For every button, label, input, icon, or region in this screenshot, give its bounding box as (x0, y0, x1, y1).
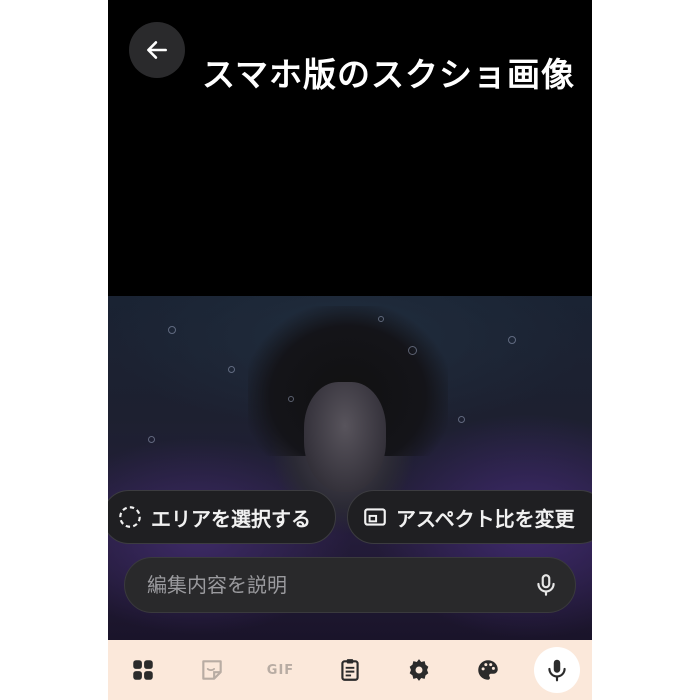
change-aspect-button[interactable]: アスペクト比を変更 (347, 490, 592, 544)
gif-button[interactable]: GIF (246, 640, 315, 700)
bubble (228, 366, 235, 373)
theme-button[interactable] (453, 640, 522, 700)
bubble (288, 396, 294, 402)
sticker-button[interactable] (177, 640, 246, 700)
back-button[interactable] (129, 22, 185, 78)
apps-icon (132, 660, 153, 680)
clipboard-button[interactable] (315, 640, 384, 700)
microphone-icon[interactable] (533, 572, 559, 598)
sticker-icon (201, 660, 222, 680)
phone-screen: スマホ版のスクショ画像 エリアを選択する アスペクト比を変更 編集内容を説明 G… (108, 0, 592, 700)
bubble (508, 336, 516, 344)
settings-icon (409, 659, 428, 681)
palette-icon (477, 660, 498, 680)
prompt-input[interactable] (145, 572, 533, 598)
arrow-left-icon (147, 41, 167, 59)
bubble (378, 316, 384, 322)
aspect-ratio-icon (364, 508, 386, 526)
dashed-circle-icon (119, 506, 141, 528)
keyboard-toolbar: GIF (108, 640, 592, 700)
prompt-box (124, 557, 576, 613)
gif-label: GIF (266, 662, 295, 678)
bubble (168, 326, 176, 334)
voice-input-circle (533, 647, 580, 693)
select-area-label: エリアを選択する (151, 506, 311, 531)
bubble (408, 346, 417, 355)
bubble (148, 436, 155, 443)
apps-button[interactable] (108, 640, 177, 700)
settings-button[interactable] (384, 640, 453, 700)
image-face (304, 382, 386, 492)
overlay-caption: スマホ版のスクショ画像 (202, 55, 576, 94)
microphone-icon (547, 659, 566, 682)
bubble (458, 416, 465, 423)
voice-input-button[interactable] (522, 640, 591, 700)
change-aspect-label: アスペクト比を変更 (396, 506, 575, 531)
select-area-button[interactable]: エリアを選択する (108, 490, 336, 544)
clipboard-icon (340, 659, 359, 681)
